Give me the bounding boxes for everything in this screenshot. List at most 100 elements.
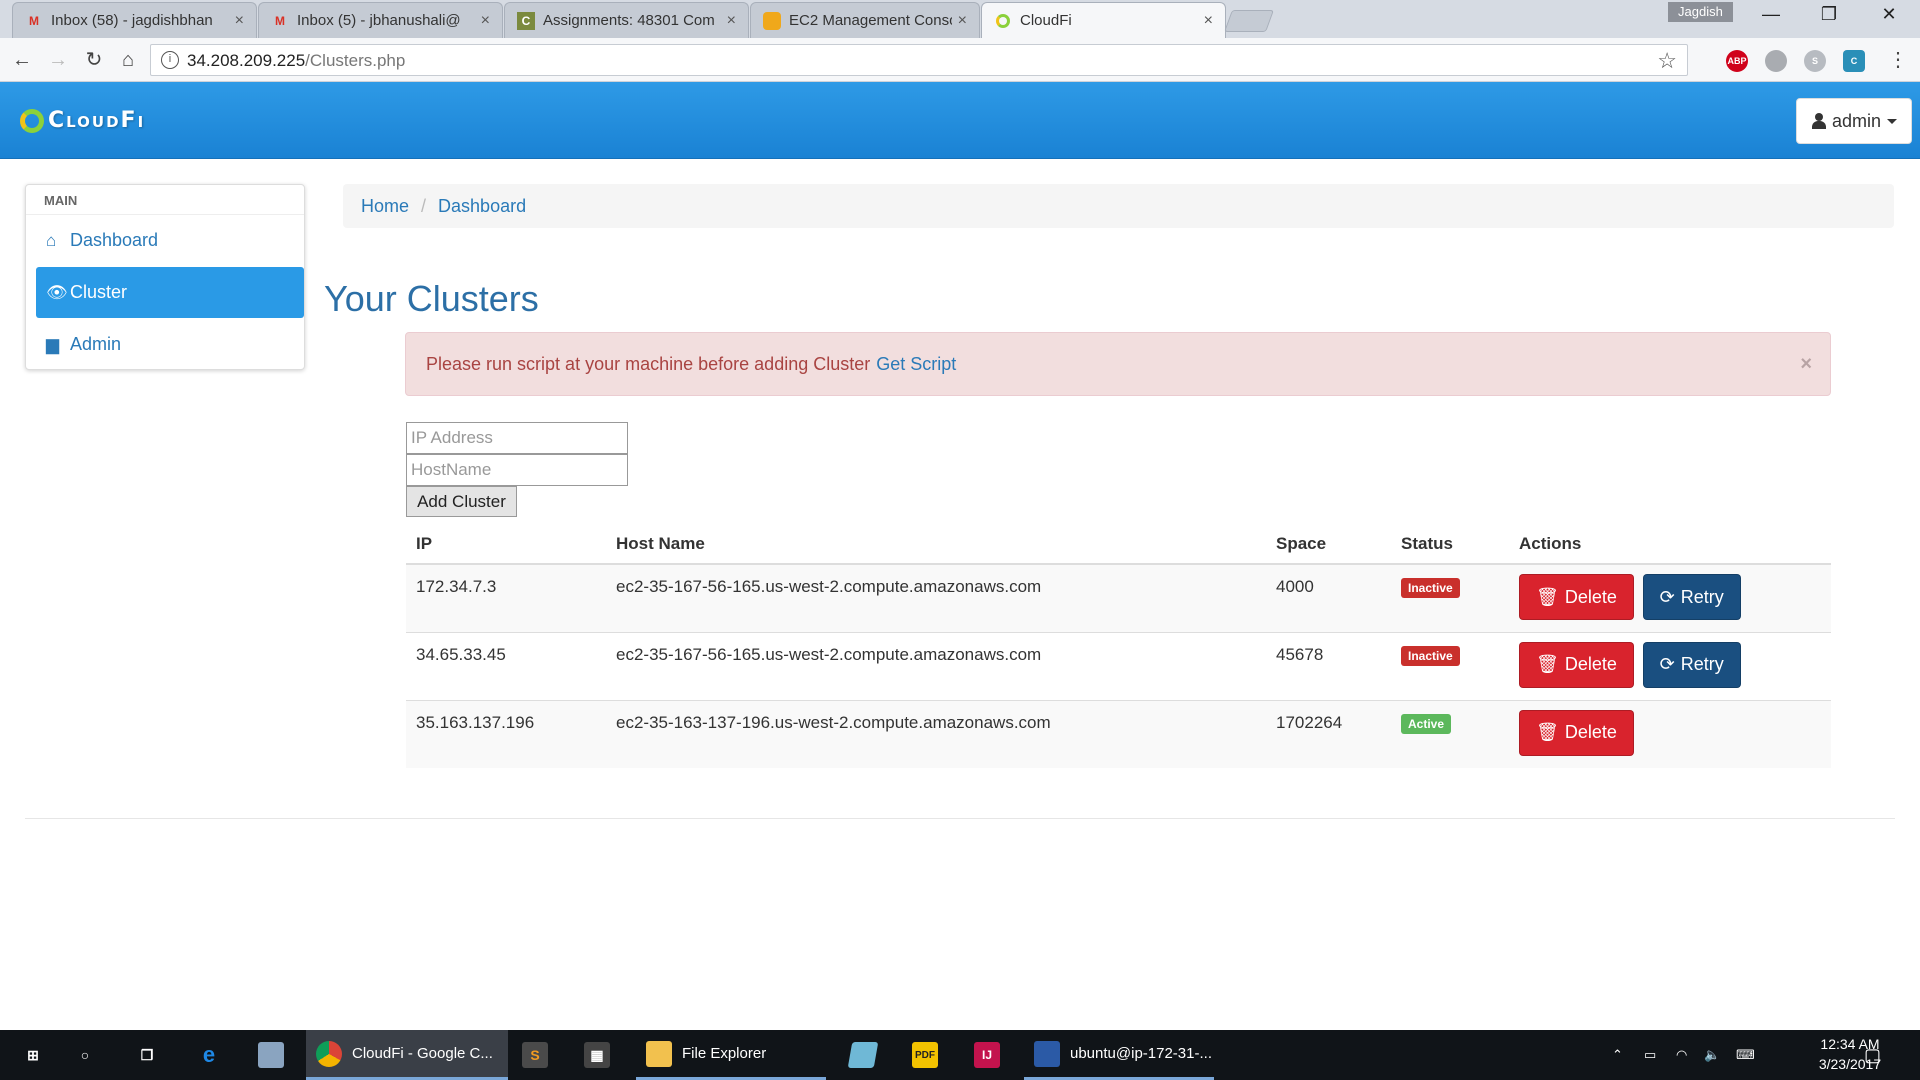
minimize-icon[interactable]: — — [1748, 4, 1794, 25]
notepad-icon — [847, 1042, 879, 1068]
hostname-input[interactable] — [406, 454, 628, 486]
task-view-button[interactable]: ❐ — [124, 1030, 170, 1080]
delete-button[interactable]: 🗑 Delete — [1519, 641, 1634, 688]
close-tab-icon[interactable]: × — [235, 12, 244, 30]
keyboard-icon[interactable]: ⌨ — [1736, 1030, 1755, 1080]
extension-icon[interactable] — [1765, 50, 1787, 72]
cell-space: 45678 — [1266, 631, 1391, 700]
delete-button[interactable]: 🗑 Delete — [1519, 574, 1634, 620]
cell-hostname: ec2-35-163-137-196.us-west-2.compute.ama… — [606, 699, 1266, 768]
column-header-ip: IP — [406, 524, 606, 565]
delete-button[interactable]: 🗑 Delete — [1519, 709, 1634, 756]
back-icon[interactable]: ← — [8, 46, 36, 74]
browser-tab-strip: M Inbox (58) - jagdishbhan × M Inbox (5)… — [0, 0, 1920, 38]
tray-chevron-icon[interactable]: ⌃ — [1612, 1030, 1623, 1080]
address-bar[interactable]: i 34.208.209.225/Clusters.php ☆ — [150, 44, 1688, 76]
close-window-icon[interactable]: ✕ — [1866, 4, 1912, 25]
edge-button[interactable]: e — [186, 1030, 232, 1080]
sublime-button[interactable]: S — [512, 1030, 558, 1080]
cell-ip: 34.65.33.45 — [406, 631, 606, 700]
close-tab-icon[interactable]: × — [727, 12, 736, 30]
pdf-button[interactable]: PDF — [902, 1030, 948, 1080]
add-cluster-button[interactable]: Add Cluster — [406, 486, 517, 517]
eye-icon: 👁 — [46, 282, 68, 302]
home-icon[interactable]: ⌂ — [114, 46, 142, 74]
wifi-icon[interactable]: ◠ — [1676, 1030, 1687, 1080]
cell-actions: 🗑 Delete ⟳ Retry — [1509, 631, 1831, 700]
tab-assignments[interactable]: C Assignments: 48301 Com × — [504, 2, 749, 38]
cell-space: 1702264 — [1266, 699, 1391, 768]
trash-icon: 🗑 — [1536, 586, 1559, 607]
notifications-icon[interactable]: ▢ — [1864, 1030, 1881, 1080]
tab-cloudfi[interactable]: CloudFi × — [981, 2, 1226, 38]
warning-alert: Please run script at your machine before… — [405, 332, 1831, 396]
sidebar-item-cluster[interactable]: 👁 Cluster — [36, 267, 304, 318]
sidebar-item-admin[interactable]: ▆ Admin — [36, 319, 304, 370]
app-header: CloudFi admin — [0, 82, 1920, 159]
intellij-icon: IJ — [974, 1042, 1000, 1068]
task-view-icon: ❐ — [140, 1046, 154, 1063]
menu-dots-icon[interactable]: ⋮ — [1884, 46, 1912, 74]
home-icon: ⌂ — [46, 230, 57, 250]
profile-button[interactable]: Jagdish — [1668, 2, 1733, 22]
intellij-button[interactable]: IJ — [964, 1030, 1010, 1080]
taskbar-chrome[interactable]: CloudFi - Google C... — [306, 1030, 508, 1080]
start-button[interactable]: ⊞ — [10, 1030, 56, 1080]
close-tab-icon[interactable]: × — [481, 12, 490, 30]
tab-gmail-inbox-2[interactable]: M Inbox (5) - jbhanushali@ × — [258, 2, 503, 38]
gmail-icon: M — [275, 13, 285, 28]
column-header-actions: Actions — [1509, 524, 1831, 565]
putty-icon — [1034, 1040, 1060, 1067]
cortana-button[interactable]: ○ — [62, 1030, 108, 1080]
bookmark-star-icon[interactable]: ☆ — [1657, 48, 1677, 74]
info-icon[interactable]: i — [161, 51, 179, 69]
taskbar-file-explorer[interactable]: File Explorer — [636, 1030, 826, 1080]
close-icon[interactable]: × — [1800, 353, 1812, 376]
brand-logo[interactable]: CloudFi — [20, 108, 145, 133]
sidebar-header: MAIN — [26, 185, 304, 215]
refresh-icon: ⟳ — [1659, 654, 1675, 674]
close-tab-icon[interactable]: × — [1204, 12, 1213, 30]
new-tab-button[interactable] — [1223, 10, 1275, 32]
calculator-button[interactable]: ▦ — [574, 1030, 620, 1080]
extension-c-icon[interactable]: C — [1843, 50, 1865, 72]
taskbar-terminal[interactable]: ubuntu@ip-172-31-... — [1024, 1030, 1214, 1080]
breadcrumb: Home / Dashboard — [343, 184, 1894, 228]
app-button-2[interactable] — [840, 1030, 886, 1080]
tab-ec2-console[interactable]: EC2 Management Conso × — [750, 2, 980, 38]
table-row: 34.65.33.45 ec2-35-167-56-165.us-west-2.… — [406, 631, 1831, 700]
get-script-link[interactable]: Get Script — [876, 354, 956, 375]
status-badge: Inactive — [1401, 578, 1460, 598]
forward-icon[interactable]: → — [44, 46, 72, 74]
search-circle-icon: ○ — [80, 1047, 90, 1063]
table-header-row: IP Host Name Space Status Actions — [406, 524, 1831, 565]
trash-icon: 🗑 — [1536, 654, 1559, 674]
alert-message: Please run script at your machine before… — [426, 353, 871, 374]
retry-button[interactable]: ⟳ Retry — [1642, 641, 1741, 688]
sidebar-item-dashboard[interactable]: ⌂ Dashboard — [36, 215, 304, 266]
breadcrumb-dashboard[interactable]: Dashboard — [438, 196, 526, 217]
breadcrumb-home[interactable]: Home — [361, 196, 409, 217]
status-badge: Active — [1401, 713, 1452, 734]
calculator-icon: ▦ — [584, 1042, 610, 1068]
ip-address-input[interactable] — [406, 422, 628, 454]
cloudfi-logo-icon — [20, 108, 44, 133]
trash-icon: 🗑 — [1536, 722, 1559, 742]
sublime-icon: S — [522, 1042, 548, 1068]
app-icon — [258, 1042, 284, 1068]
tab-gmail-inbox-1[interactable]: M Inbox (58) - jagdishbhan × — [12, 2, 257, 38]
adblock-plus-icon[interactable]: ABP — [1726, 50, 1748, 72]
table-row: 35.163.137.196 ec2-35-163-137-196.us-wes… — [406, 699, 1831, 768]
restore-icon[interactable]: ❐ — [1806, 4, 1852, 25]
reload-icon[interactable]: ↻ — [80, 46, 108, 74]
volume-icon[interactable]: 🔈 — [1704, 1030, 1720, 1080]
briefcase-icon: ▆ — [46, 334, 60, 354]
user-menu-button[interactable]: admin — [1796, 98, 1912, 144]
battery-icon[interactable]: ▭ — [1644, 1030, 1656, 1080]
app-button[interactable] — [248, 1030, 294, 1080]
cell-hostname: ec2-35-167-56-165.us-west-2.compute.amaz… — [606, 631, 1266, 700]
close-tab-icon[interactable]: × — [958, 12, 967, 30]
skype-icon[interactable]: S — [1804, 50, 1826, 72]
windows-logo-icon: ⊞ — [27, 1046, 39, 1063]
retry-button[interactable]: ⟳ Retry — [1642, 574, 1741, 620]
